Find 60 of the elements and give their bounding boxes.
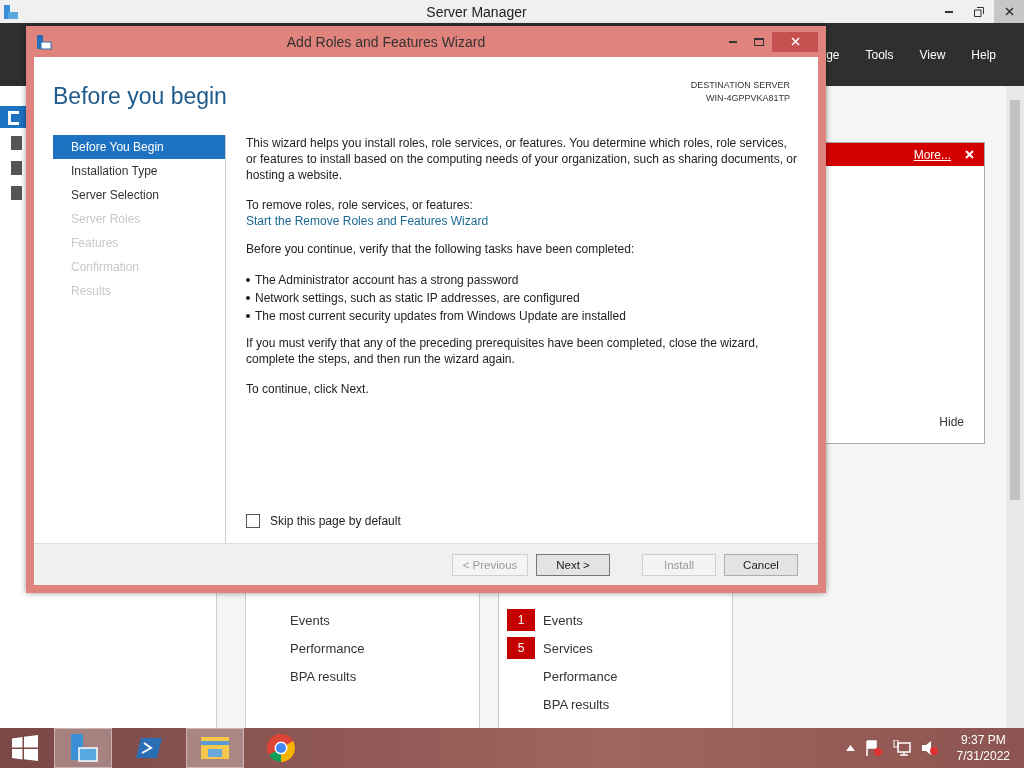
tile-link[interactable]: Events [543,612,583,628]
tile-link[interactable]: Services [543,640,593,656]
scrollbar[interactable] [1006,86,1024,728]
page-heading: Before you begin [53,83,227,110]
network-icon[interactable] [892,740,911,756]
bullet-icon [246,278,250,282]
taskbar-app[interactable] [54,728,112,768]
remove-label: To remove roles, role services, or features: [246,197,474,213]
wizard-step[interactable]: Server Selection [53,183,225,207]
wizard-step[interactable]: Before You Begin [53,135,225,159]
tile-link[interactable]: Performance [543,668,618,684]
verify-text: Before you continue, verify that the following tasks have been completed: [246,241,636,257]
menu-item[interactable]: Help [971,47,996,62]
menu-item[interactable]: View [919,47,946,62]
task-text: The most current security updates from Windows Update are installed [255,308,626,325]
menu-item[interactable]: ge [826,47,840,62]
maximize-icon[interactable] [754,37,764,46]
task-text: The Administrator account has a strong password [255,272,519,289]
terminal-prompt-icon [135,736,163,760]
minimize-icon[interactable] [945,10,953,13]
skip-label[interactable]: Skip this page by default [270,513,401,529]
remove-wizard-link[interactable]: Start the Remove Roles and Features Wizard [246,213,798,229]
menu-item[interactable]: Tools [865,47,894,62]
speaker-muted-icon[interactable] [920,740,939,756]
more-link[interactable]: More... [913,147,951,162]
wizard-button[interactable]: Next > [536,553,610,576]
clock[interactable]: 9:37 PM 7/31/2022 [956,732,1010,764]
destination-server: WIN-4GPPVKA81TP [705,92,790,105]
minimize-icon[interactable] [729,40,737,43]
tile-link[interactable]: BPA results [290,668,357,684]
bullet-icon [246,314,250,318]
hide-button[interactable]: Hide [939,415,964,429]
restore-icon[interactable] [974,6,984,17]
wizard-button[interactable]: Cancel [724,553,798,576]
tile-link[interactable]: Events [290,612,330,628]
clock-date: 7/31/2022 [956,748,1010,764]
wizard-title: Add Roles and Features Wizard [285,33,487,50]
clock-time: 9:37 PM [960,732,1006,748]
skip-checkbox[interactable] [246,514,260,528]
windows-logo-icon[interactable] [12,735,38,761]
task-text: Network settings, such as static IP addresses, are configured [255,290,580,307]
close-icon [790,37,800,46]
flag-error-icon[interactable] [864,740,883,756]
count-badge: 1 [507,609,535,631]
closing-text: If you must verify that any of the preceding prerequisites have been completed, close the wizard, complete the steps, and then run the wizard again. [246,335,760,367]
app-icon [3,3,19,20]
destination-label: DESTINATION SERVER [690,79,790,92]
tile-link[interactable]: BPA results [543,696,610,712]
caret-up-icon[interactable] [845,745,855,751]
continue-text: To continue, click Next. [246,381,370,397]
intro-text: This wizard helps you install roles, role services, or features. You determine which roles, role services, or features to install based on the computing needs of your organization, such as sharing documents, or hosting a website. [246,135,798,183]
count-badge: 5 [507,637,535,659]
browser-logo-icon [266,733,296,763]
bullet-icon [246,296,250,300]
wizard-step[interactable]: Installation Type [53,159,225,183]
close-icon[interactable] [1004,7,1014,16]
app-icon [36,33,52,50]
tile-link[interactable]: Performance [290,640,365,656]
window-title: Server Manager [425,3,528,20]
folder-icon [200,735,230,761]
